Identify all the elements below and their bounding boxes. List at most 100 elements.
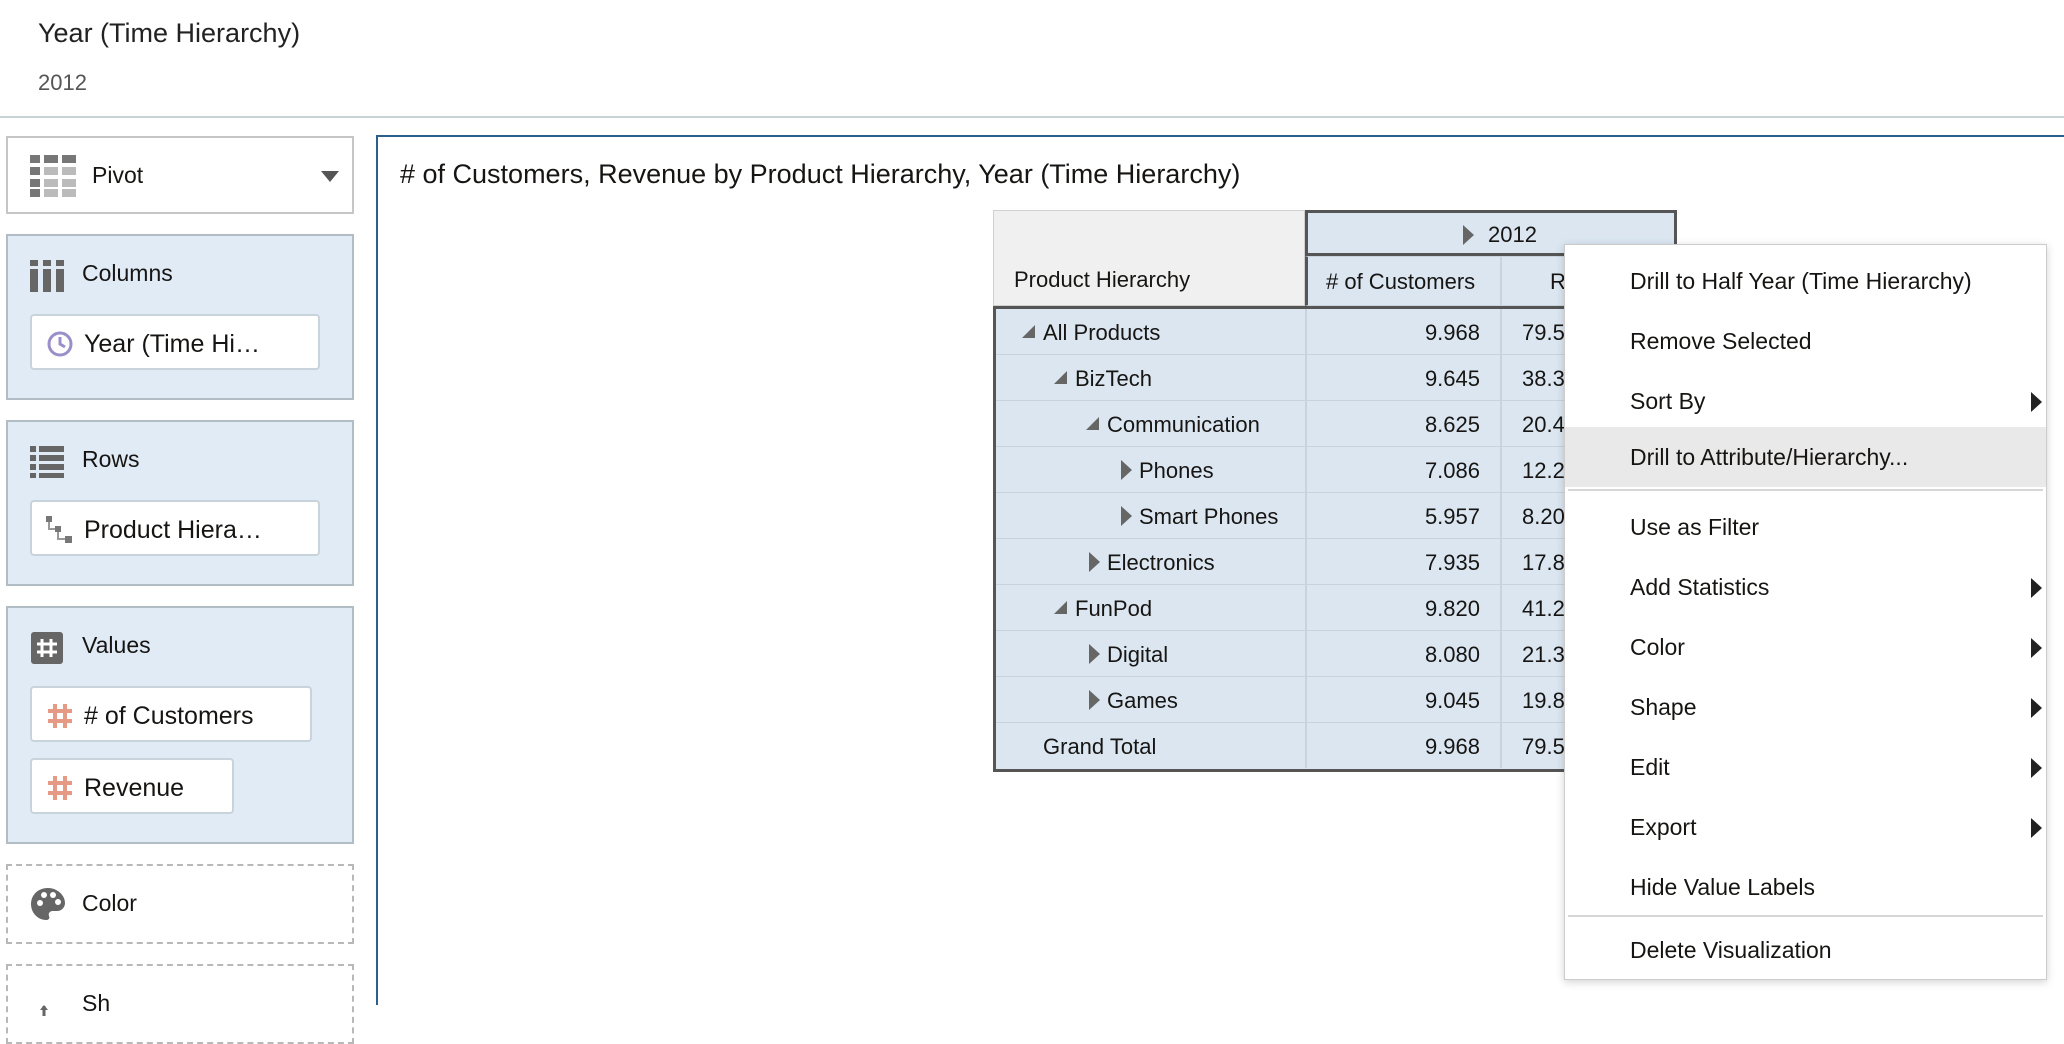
row-label: Communication bbox=[1107, 412, 1260, 437]
customers-cell[interactable]: 5.957 bbox=[1305, 493, 1500, 538]
shape-drop-target[interactable]: Sh bbox=[6, 964, 354, 1044]
collapse-triangle-icon[interactable] bbox=[1022, 325, 1035, 338]
filter-value[interactable]: 2012 bbox=[38, 70, 87, 96]
submenu-arrow-icon bbox=[2031, 578, 2042, 598]
customers-cell[interactable]: 7.935 bbox=[1305, 539, 1500, 584]
customers-value: 9.968 bbox=[1424, 734, 1480, 759]
customers-cell[interactable]: 9.968 bbox=[1305, 723, 1500, 768]
row-label: Electronics bbox=[1107, 550, 1215, 575]
values-chip-customers[interactable]: # of Customers bbox=[30, 686, 312, 742]
columns-label: Columns bbox=[82, 260, 173, 286]
submenu-arrow-icon bbox=[2031, 758, 2042, 778]
customers-cell[interactable]: 9.045 bbox=[1305, 677, 1500, 722]
menu-item-label: Drill to Half Year (Time Hierarchy) bbox=[1630, 268, 1972, 294]
expand-triangle-icon[interactable] bbox=[1121, 460, 1132, 480]
customers-value: 8.625 bbox=[1424, 412, 1480, 437]
row-label: Phones bbox=[1139, 458, 1214, 483]
menu-item-label: Use as Filter bbox=[1630, 514, 1760, 540]
submenu-arrow-icon bbox=[2031, 392, 2042, 412]
row-label: BizTech bbox=[1075, 366, 1153, 391]
pivot-grid-icon bbox=[30, 155, 76, 197]
clock-icon bbox=[47, 331, 73, 357]
columns-chip-label: Year (Time Hi… bbox=[84, 330, 260, 358]
customers-value: 7.086 bbox=[1424, 458, 1480, 483]
year-label: 2012 bbox=[1488, 222, 1537, 247]
hash-square-icon bbox=[31, 632, 63, 664]
menu-item-shape[interactable]: Shape bbox=[1565, 679, 2046, 737]
column-header-customers-label: # of Customers bbox=[1326, 269, 1476, 294]
measure-hash-icon bbox=[48, 704, 72, 728]
expand-triangle-icon[interactable] bbox=[1089, 690, 1100, 710]
columns-icon bbox=[30, 260, 64, 292]
customers-value: 7.935 bbox=[1424, 550, 1480, 575]
menu-item-label: Drill to Attribute/Hierarchy... bbox=[1630, 444, 1909, 470]
customers-value: 9.045 bbox=[1424, 688, 1480, 713]
customers-cell[interactable]: 8.080 bbox=[1305, 631, 1500, 676]
menu-item-remove-selected[interactable]: Remove Selected bbox=[1565, 313, 2046, 371]
rows-label: Rows bbox=[82, 446, 140, 472]
values-chip-label: # of Customers bbox=[84, 702, 254, 730]
menu-item-label: Delete Visualization bbox=[1630, 937, 1832, 963]
row-label: Smart Phones bbox=[1139, 504, 1279, 529]
expand-triangle-icon[interactable] bbox=[1089, 644, 1100, 664]
menu-item-edit[interactable]: Edit bbox=[1565, 739, 2046, 797]
expand-triangle-icon[interactable] bbox=[1121, 506, 1132, 526]
palette-icon bbox=[31, 888, 65, 920]
context-menu: Drill to Half Year (Time Hierarchy) Remo… bbox=[1564, 244, 2047, 980]
menu-item-label: Color bbox=[1630, 634, 1685, 660]
row-label: Games bbox=[1107, 688, 1178, 713]
menu-item-label: Add Statistics bbox=[1630, 574, 1770, 600]
measure-hash-icon bbox=[48, 776, 72, 800]
expand-triangle-icon[interactable] bbox=[1463, 225, 1474, 245]
chevron-down-icon[interactable] bbox=[321, 171, 339, 182]
color-drop-target[interactable]: Color bbox=[6, 864, 354, 944]
values-chip-revenue[interactable]: Revenue bbox=[30, 758, 234, 814]
row-label: Digital bbox=[1107, 642, 1169, 667]
hierarchy-icon bbox=[46, 516, 72, 543]
column-header-customers[interactable]: # of Customers bbox=[1305, 256, 1501, 306]
menu-item-drill-half-year[interactable]: Drill to Half Year (Time Hierarchy) bbox=[1565, 253, 2046, 311]
menu-item-label: Remove Selected bbox=[1630, 328, 1812, 354]
menu-item-use-as-filter[interactable]: Use as Filter bbox=[1565, 499, 2046, 557]
menu-item-sort-by[interactable]: Sort By bbox=[1565, 373, 2046, 431]
customers-value: 9.820 bbox=[1424, 596, 1480, 621]
visualization-title: # of Customers, Revenue by Product Hiera… bbox=[400, 159, 1241, 189]
menu-item-label: Edit bbox=[1630, 754, 1670, 780]
menu-item-hide-value-labels[interactable]: Hide Value Labels bbox=[1565, 859, 2046, 917]
customers-cell[interactable]: 8.625 bbox=[1305, 401, 1500, 446]
customers-cell[interactable]: 9.645 bbox=[1305, 355, 1500, 400]
row-label: All Products bbox=[1043, 320, 1161, 345]
collapse-triangle-icon[interactable] bbox=[1086, 417, 1099, 430]
row-header-label: Product Hierarchy bbox=[1014, 267, 1191, 292]
customers-value: 5.957 bbox=[1424, 504, 1480, 529]
customers-value: 9.968 bbox=[1424, 320, 1480, 345]
collapse-triangle-icon[interactable] bbox=[1054, 371, 1067, 384]
menu-item-export[interactable]: Export bbox=[1565, 799, 2046, 857]
customers-cell[interactable]: 9.820 bbox=[1305, 585, 1500, 630]
submenu-arrow-icon bbox=[2031, 698, 2042, 718]
customers-cell[interactable]: 9.968 bbox=[1305, 309, 1500, 354]
customers-cell[interactable]: 7.086 bbox=[1305, 447, 1500, 492]
collapse-triangle-icon[interactable] bbox=[1054, 601, 1067, 614]
visualization-type-selector[interactable]: Pivot bbox=[6, 136, 354, 214]
row-header-corner[interactable]: Product Hierarchy bbox=[993, 210, 1305, 306]
filter-title[interactable]: Year (Time Hierarchy) bbox=[38, 18, 300, 49]
menu-item-delete-visualization[interactable]: Delete Visualization bbox=[1565, 925, 2046, 979]
menu-item-label: Export bbox=[1630, 814, 1697, 840]
revenue-value: 8.20 bbox=[1522, 504, 1565, 529]
expand-triangle-icon[interactable] bbox=[1089, 552, 1100, 572]
columns-section: Columns Year (Time Hi… bbox=[6, 234, 354, 400]
values-chip-label: Revenue bbox=[84, 774, 185, 802]
rows-chip-product-hierarchy[interactable]: Product Hiera… bbox=[30, 500, 320, 556]
submenu-arrow-icon bbox=[2031, 638, 2042, 658]
menu-separator bbox=[1568, 489, 2043, 491]
menu-item-add-statistics[interactable]: Add Statistics bbox=[1565, 559, 2046, 617]
columns-chip-year[interactable]: Year (Time Hi… bbox=[30, 314, 320, 370]
row-label: Grand Total bbox=[1043, 734, 1157, 759]
menu-item-drill-attribute[interactable]: Drill to Attribute/Hierarchy... bbox=[1565, 427, 2046, 487]
submenu-arrow-icon bbox=[2031, 818, 2042, 838]
menu-item-color[interactable]: Color bbox=[1565, 619, 2046, 677]
revenue-value: 41.2 bbox=[1522, 596, 1565, 621]
menu-item-label: Shape bbox=[1630, 694, 1697, 720]
rows-section: Rows Product Hiera… bbox=[6, 420, 354, 586]
